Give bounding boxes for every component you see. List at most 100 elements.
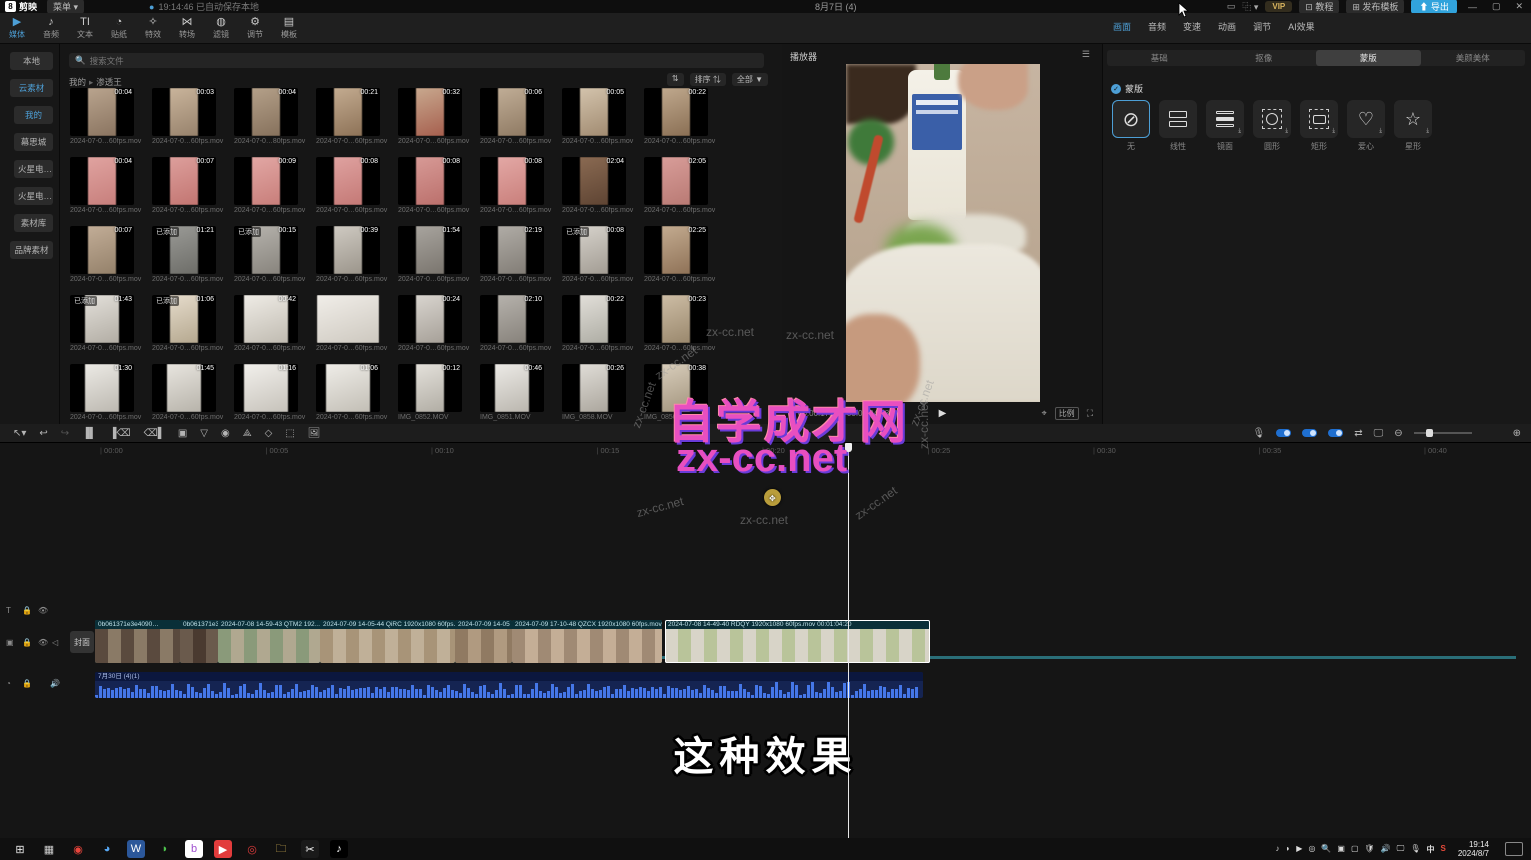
media-thumbnail[interactable]: 02:25 <box>644 226 708 274</box>
toolbar-tab-媒体[interactable]: ▶媒体 <box>0 16 34 43</box>
media-thumbnail[interactable]: 已添加01:06 <box>152 295 216 343</box>
mask-circle-icon[interactable]: ⤓ <box>1253 100 1291 138</box>
snap-toggle[interactable] <box>1276 429 1291 437</box>
media-item[interactable]: 02:052024-07-0…60fps.mov <box>644 157 724 214</box>
mask-option-圆形[interactable]: ⤓圆形 <box>1252 100 1292 152</box>
video-track-mute-icon[interactable]: ◁ <box>52 638 58 647</box>
taskbar-app-douyin[interactable]: ♪ <box>330 840 348 858</box>
taskbar-app-quark-browser[interactable]: ◕ <box>98 840 116 858</box>
toolbar-tab-贴纸[interactable]: ◔贴纸 <box>102 16 136 43</box>
publish-template-button[interactable]: ⊞ 发布模板 <box>1346 0 1404 14</box>
toolbar-tab-转场[interactable]: ⋈转场 <box>170 16 204 43</box>
media-thumbnail[interactable]: 02:04 <box>562 157 626 205</box>
media-thumbnail[interactable]: 00:06 <box>480 88 544 136</box>
media-item[interactable]: 01:162024-07-0…60fps.mov <box>234 364 314 421</box>
linkage-toggle[interactable] <box>1302 429 1317 437</box>
track-expand-icon[interactable]: ⇄ <box>1354 428 1362 439</box>
mask-none-icon[interactable]: ⊘ <box>1112 100 1150 138</box>
vip-badge[interactable]: VIP <box>1265 1 1292 12</box>
video-clip[interactable]: 0b061371e3e4090… <box>180 620 218 663</box>
media-item[interactable]: 已添加01:432024-07-0…60fps.mov <box>70 295 150 352</box>
tray-icon-8[interactable]: 🔊 <box>1381 844 1391 855</box>
media-thumbnail[interactable]: 02:05 <box>644 157 708 205</box>
tray-icon-10[interactable]: 🎙 <box>1410 844 1420 855</box>
media-item[interactable]: 00:242024-07-0…60fps.mov <box>398 295 478 352</box>
mask-option-星形[interactable]: ☆⤓星形 <box>1393 100 1433 152</box>
audio-clip[interactable]: 7月30日 (4)(1) <box>95 672 923 698</box>
tray-icon-7[interactable]: 🛡 <box>1365 844 1375 855</box>
inspector-tab-音频[interactable]: 音频 <box>1148 20 1166 33</box>
media-item[interactable]: 00:422024-07-0…60fps.mov <box>234 295 314 352</box>
preview-axis-toggle[interactable] <box>1328 429 1343 437</box>
media-item[interactable]: 2024-07-0…60fps.mov <box>316 295 396 352</box>
frame-detect-icon[interactable]: ⌖ <box>1042 408 1047 419</box>
tray-icon-0[interactable]: ♪ <box>1275 844 1279 855</box>
media-item[interactable]: 02:192024-07-0…60fps.mov <box>480 226 560 283</box>
video-clip[interactable]: 2024-07-09 14-05-44 QiRC 1920x1080 60fps… <box>320 620 455 663</box>
media-thumbnail[interactable]: 01:30 <box>70 364 134 412</box>
taskbar-app-file-explorer[interactable]: 🗀 <box>272 840 290 858</box>
taskbar-app-word[interactable]: W <box>127 840 145 858</box>
media-thumbnail[interactable]: 00:26 <box>562 364 626 412</box>
inspector-tab-动画[interactable]: 动画 <box>1218 20 1236 33</box>
view-toggle-icon[interactable]: ⇅ <box>667 73 684 86</box>
media-item[interactable]: 00:032024-07-0…60fps.mov <box>152 88 232 145</box>
mask-option-矩形[interactable]: ⤓矩形 <box>1299 100 1339 152</box>
tutorial-button[interactable]: ⊡ 教程 <box>1299 0 1339 14</box>
media-thumbnail[interactable]: 已添加00:08 <box>562 226 626 274</box>
sidebar-item-素材库[interactable]: 素材库 <box>14 214 53 232</box>
media-item[interactable]: 00:222024-07-0…60fps.mov <box>562 295 642 352</box>
subtab-蒙版[interactable]: 蒙版 <box>1316 50 1421 66</box>
media-item[interactable]: 00:12IMG_0852.MOV <box>398 364 478 421</box>
mirror-icon[interactable]: ⟁ <box>243 428 252 439</box>
minimize-button[interactable]: — <box>1464 2 1481 12</box>
media-thumbnail[interactable]: 01:45 <box>152 364 216 412</box>
media-item[interactable]: 00:042024-07-0…80fps.mov <box>234 88 314 145</box>
delete-right-icon[interactable]: ⌫▌ <box>144 428 165 439</box>
video-clip[interactable]: 2024-07-09 14-05 <box>455 620 512 663</box>
media-item[interactable]: 01:452024-07-0…60fps.mov <box>152 364 232 421</box>
taskbar-app-wechat[interactable]: ◗ <box>156 840 174 858</box>
sidebar-item-火星电…[interactable]: 火星电… <box>14 160 53 178</box>
media-item[interactable]: 00:062024-07-0…60fps.mov <box>480 88 560 145</box>
zoom-in-icon[interactable]: ⊕ <box>1513 428 1521 439</box>
media-thumbnail[interactable]: 02:10 <box>480 295 544 343</box>
player-menu-icon[interactable]: ☰ <box>1082 49 1090 60</box>
crop-icon[interactable]: ⬚ <box>285 428 294 439</box>
tray-icon-5[interactable]: ▣ <box>1337 844 1345 855</box>
media-item[interactable]: 00:072024-07-0…60fps.mov <box>152 157 232 214</box>
media-item[interactable]: 00:092024-07-0…60fps.mov <box>234 157 314 214</box>
text-track-visibility-icon[interactable]: 👁 <box>38 606 48 615</box>
media-item[interactable]: 01:542024-07-0…60fps.mov <box>398 226 478 283</box>
media-thumbnail[interactable]: 01:16 <box>234 364 298 412</box>
undo-icon[interactable]: ↩ <box>39 428 47 439</box>
close-button[interactable]: ✕ <box>1511 1 1527 12</box>
media-thumbnail[interactable]: 00:09 <box>234 157 298 205</box>
toolbar-tab-滤镜[interactable]: ◍滤镜 <box>204 16 238 43</box>
video-clip[interactable]: 0b061371e3e4090… <box>95 620 180 663</box>
audio-track-volume-icon[interactable]: 🔊 <box>50 679 60 688</box>
layout-single-icon[interactable]: ▭ <box>1227 1 1236 12</box>
text-track-lock-icon[interactable]: 🔒 <box>22 606 32 615</box>
media-thumbnail[interactable]: 00:08 <box>480 157 544 205</box>
media-item[interactable]: 00:46IMG_0851.MOV <box>480 364 560 421</box>
media-thumbnail[interactable]: 01:54 <box>398 226 462 274</box>
media-item[interactable]: 00:082024-07-0…60fps.mov <box>316 157 396 214</box>
media-item[interactable]: 00:042024-07-0…60fps.mov <box>70 157 150 214</box>
inspector-tab-AI效果[interactable]: AI效果 <box>1288 20 1315 33</box>
subtab-基础[interactable]: 基础 <box>1107 50 1212 66</box>
media-thumbnail[interactable]: 已添加01:21 <box>152 226 216 274</box>
export-button[interactable]: ⬆ 导出 <box>1411 0 1457 14</box>
media-item[interactable]: 00:322024-07-0…60fps.mov <box>398 88 478 145</box>
layout-split-icon[interactable]: ⿻ ▾ <box>1242 0 1258 13</box>
delete-left-icon[interactable]: ▐⌫ <box>109 428 130 439</box>
inspector-tab-调节[interactable]: 调节 <box>1253 20 1271 33</box>
media-item[interactable]: 00:232024-07-0…60fps.mov <box>644 295 724 352</box>
media-item[interactable]: 已添加01:062024-07-0…60fps.mov <box>152 295 232 352</box>
record-voiceover-icon[interactable]: 🎙 <box>1252 428 1265 439</box>
sort-button[interactable]: 排序 ⇅ <box>690 73 726 86</box>
media-item[interactable]: 00:26IMG_0858.MOV <box>562 364 642 421</box>
taskbar-app-app-red[interactable]: ▶ <box>214 840 232 858</box>
rotate-icon[interactable]: ◇ <box>265 428 273 439</box>
sidebar-item-幕思城[interactable]: 幕思城 <box>14 133 53 151</box>
